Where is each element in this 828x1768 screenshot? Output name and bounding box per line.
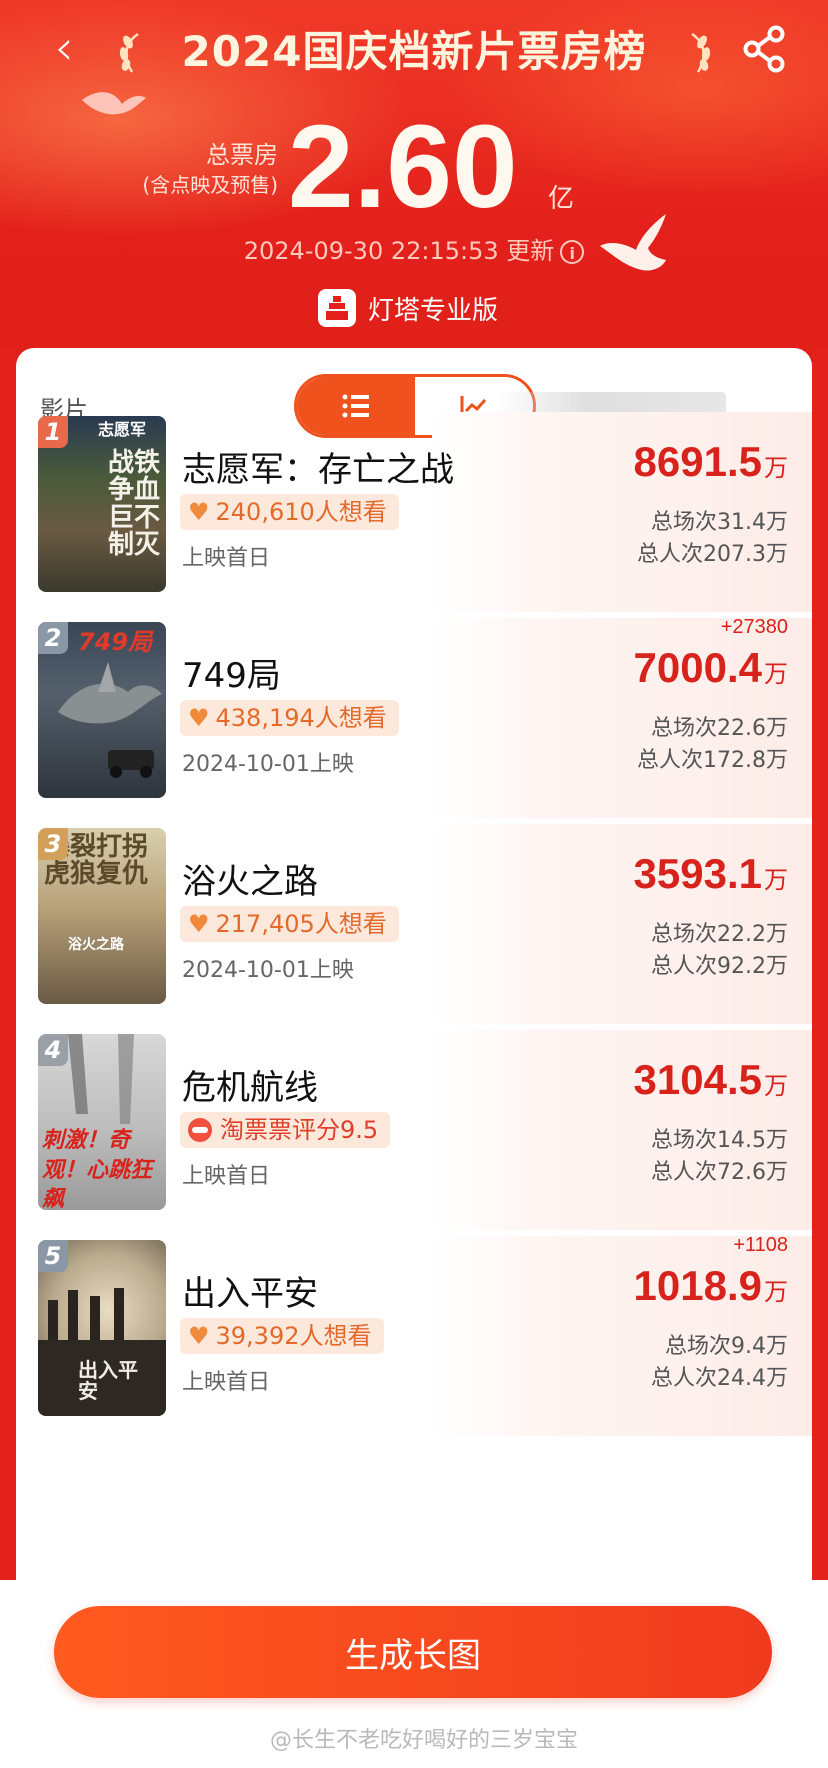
laurel-right-icon <box>691 32 711 73</box>
film-title: 出入平安 <box>182 1274 318 1314</box>
heart-icon: ♥ <box>188 910 210 938</box>
total-admissions: 总人次72.6万 <box>651 1160 788 1185</box>
ranking-card: 影片 志愿军 战铁争血巨不制灭 1 志愿军：存亡之战 ♥ 240,610人想看 … <box>16 348 812 1768</box>
release-date: 2024-10-01上映 <box>182 752 354 777</box>
want-to-see-tag: ♥ 438,194人想看 <box>180 700 399 736</box>
release-status: 上映首日 <box>182 1164 271 1189</box>
total-box-office-value: 2.60 <box>288 101 518 233</box>
film-poster: 刺激！奇观！心跳狂飙 4 <box>38 1034 166 1210</box>
bottom-bar: 生成长图 @长生不老吃好喝好的三岁宝宝 <box>0 1580 828 1754</box>
rank-badge: 1 <box>38 416 68 448</box>
total-shows: 总场次22.2万 <box>651 922 788 947</box>
want-to-see-tag: ♥ 217,405人想看 <box>180 906 399 942</box>
total-shows: 总场次22.6万 <box>651 716 788 741</box>
brand-name: 灯塔专业版 <box>368 295 499 326</box>
film-row[interactable]: 749局 2 749局 ♥ 438,194人想看 2024-10-01上映 +2… <box>16 616 812 818</box>
total-shows: 总场次31.4万 <box>651 510 788 535</box>
rating-tag: 淘票票评分9.5 <box>180 1112 391 1148</box>
update-time: 2024-09-30 22:15:53 更新 i <box>0 234 828 268</box>
want-to-see-tag: ♥ 39,392人想看 <box>180 1318 384 1354</box>
poster-slogan: 刺激！奇观！心跳狂飙 <box>42 1128 153 1210</box>
total-shows: 总场次9.4万 <box>665 1334 788 1359</box>
watermark: @长生不老吃好喝好的三岁宝宝 <box>270 1728 579 1753</box>
heart-icon: ♥ <box>188 704 210 732</box>
film-row[interactable]: 出入平安 5 出入平安 ♥ 39,392人想看 上映首日 +1108 1018.… <box>16 1234 812 1436</box>
gross-value: 1018.9万 <box>633 1262 788 1309</box>
poster-header: 志愿军 <box>98 420 147 439</box>
film-title: 志愿军：存亡之战 <box>182 450 454 490</box>
heart-icon: ♥ <box>188 1322 210 1350</box>
side-border <box>812 348 828 1580</box>
poster-slogan: 战铁争血巨不制灭 <box>108 448 161 560</box>
gross-value: 7000.4万 <box>633 644 788 691</box>
back-icon: ‹ <box>54 20 74 76</box>
rank-badge: 5 <box>38 1240 68 1272</box>
poster-sub: 出入平安 <box>78 1358 138 1403</box>
total-admissions: 总人次92.2万 <box>651 954 788 979</box>
rank-badge: 3 <box>38 828 68 860</box>
release-date: 2024-10-01上映 <box>182 958 354 983</box>
total-shows: 总场次14.5万 <box>651 1128 788 1153</box>
film-title: 危机航线 <box>182 1068 318 1108</box>
side-border <box>0 348 16 1580</box>
share-icon[interactable] <box>740 24 790 74</box>
gross-value: 3104.5万 <box>633 1056 788 1103</box>
info-icon[interactable]: i <box>560 240 585 264</box>
brand-badge: 灯塔专业版 <box>318 288 498 328</box>
film-poster: 志愿军 战铁争血巨不制灭 1 <box>38 416 166 592</box>
film-poster: 出入平安 5 <box>38 1240 166 1416</box>
release-status: 上映首日 <box>182 1370 271 1395</box>
gross-delta: +1108 <box>733 1234 788 1256</box>
film-row[interactable]: 刺激！奇观！心跳狂飙 4 危机航线 淘票票评分9.5 上映首日 3104.5万 … <box>16 1030 812 1230</box>
film-title: 749局 <box>182 656 281 696</box>
total-admissions: 总人次24.4万 <box>651 1366 788 1391</box>
film-title: 浴火之路 <box>182 862 318 902</box>
total-box-office-label: 总票房 (含点映及预售) <box>142 141 278 197</box>
gross-delta: +27380 <box>720 616 788 638</box>
taopiaopiao-icon <box>188 1118 212 1142</box>
dove-decoration-icon <box>82 92 146 115</box>
gross-value: 3593.1万 <box>633 850 788 897</box>
want-to-see-tag: ♥ 240,610人想看 <box>180 494 399 530</box>
total-box-office-unit: 亿 <box>548 184 575 214</box>
back-button[interactable]: ‹ <box>42 22 86 74</box>
dengta-logo-icon <box>318 289 356 327</box>
rank-badge: 2 <box>38 622 68 654</box>
poster-header: 749局 <box>78 628 153 656</box>
rank-badge: 4 <box>38 1034 68 1066</box>
total-admissions: 总人次207.3万 <box>637 542 788 567</box>
laurel-left-icon <box>119 32 139 73</box>
film-row[interactable]: 爆裂打拐虎狼复仇 浴火之路 3 浴火之路 ♥ 217,405人想看 2024-1… <box>16 824 812 1024</box>
gross-value: 8691.5万 <box>633 438 788 485</box>
total-admissions: 总人次172.8万 <box>637 748 788 773</box>
generate-long-image-button[interactable]: 生成长图 <box>54 1606 772 1698</box>
poster-sub: 浴火之路 <box>68 937 124 953</box>
page-title: 2024国庆档新片票房榜 <box>181 27 647 76</box>
film-row[interactable]: 志愿军 战铁争血巨不制灭 1 志愿军：存亡之战 ♥ 240,610人想看 上映首… <box>16 412 812 612</box>
film-poster: 爆裂打拐虎狼复仇 浴火之路 3 <box>38 828 166 1004</box>
release-status: 上映首日 <box>182 546 271 571</box>
heart-icon: ♥ <box>188 498 210 526</box>
film-poster: 749局 2 <box>38 622 166 798</box>
